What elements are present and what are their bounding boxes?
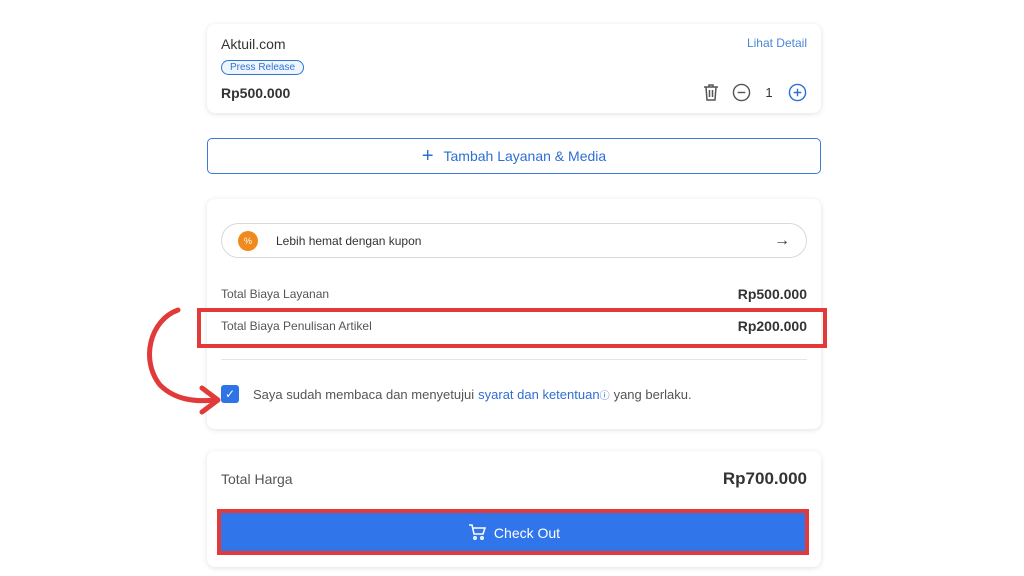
detail-link[interactable]: Lihat Detail <box>747 36 807 50</box>
product-price: Rp500.000 <box>221 85 291 101</box>
annotation-arrow <box>147 307 221 415</box>
arrow-right-icon: → <box>774 231 790 249</box>
coupon-label: Lebih hemat dengan kupon <box>276 233 422 248</box>
total-label: Total Harga <box>221 471 293 487</box>
minus-circle-icon[interactable] <box>731 82 751 102</box>
terms-link[interactable]: syarat dan ketentuan <box>478 387 599 402</box>
total-value: Rp700.000 <box>722 469 807 488</box>
product-card: Aktuil.com Lihat Detail Press Release Rp… <box>207 24 821 113</box>
coupon-button[interactable]: % Lebih hemat dengan kupon → <box>221 223 807 258</box>
service-cost-value: Rp500.000 <box>737 286 807 302</box>
writing-cost-value: Rp200.000 <box>737 318 807 334</box>
quantity-value[interactable]: 1 <box>751 85 787 100</box>
terms-row: ✓ Saya sudah membaca dan menyetujui syar… <box>221 385 692 403</box>
terms-suffix: yang berlaku. <box>613 386 692 402</box>
summary-card: % Lebih hemat dengan kupon → Total Biaya… <box>207 199 821 429</box>
writing-cost-label: Total Biaya Penulisan Artikel <box>221 319 372 333</box>
service-cost-row: Total Biaya Layanan Rp500.000 <box>221 286 807 302</box>
add-service-label: Tambah Layanan & Media <box>443 148 607 164</box>
cart-icon <box>468 523 486 543</box>
total-card: Total Harga Rp700.000 Check Out <box>207 451 821 567</box>
divider <box>221 359 807 360</box>
terms-prefix: Saya sudah membaca dan menyetujui <box>253 386 475 402</box>
checkout-button[interactable]: Check Out <box>221 513 807 553</box>
checkout-label: Check Out <box>493 525 561 541</box>
add-service-button[interactable]: + Tambah Layanan & Media <box>207 138 821 174</box>
coupon-icon: % <box>238 230 258 251</box>
trash-icon[interactable] <box>701 82 721 102</box>
plus-icon: + <box>421 145 434 167</box>
press-release-badge: Press Release <box>221 60 305 75</box>
writing-cost-row: Total Biaya Penulisan Artikel Rp200.000 <box>221 318 807 334</box>
info-icon[interactable]: ⓘ <box>600 387 610 402</box>
product-site-name: Aktuil.com <box>221 36 286 52</box>
quantity-stepper: 1 <box>701 82 807 102</box>
service-cost-label: Total Biaya Layanan <box>221 287 330 301</box>
plus-circle-icon[interactable] <box>787 82 807 102</box>
